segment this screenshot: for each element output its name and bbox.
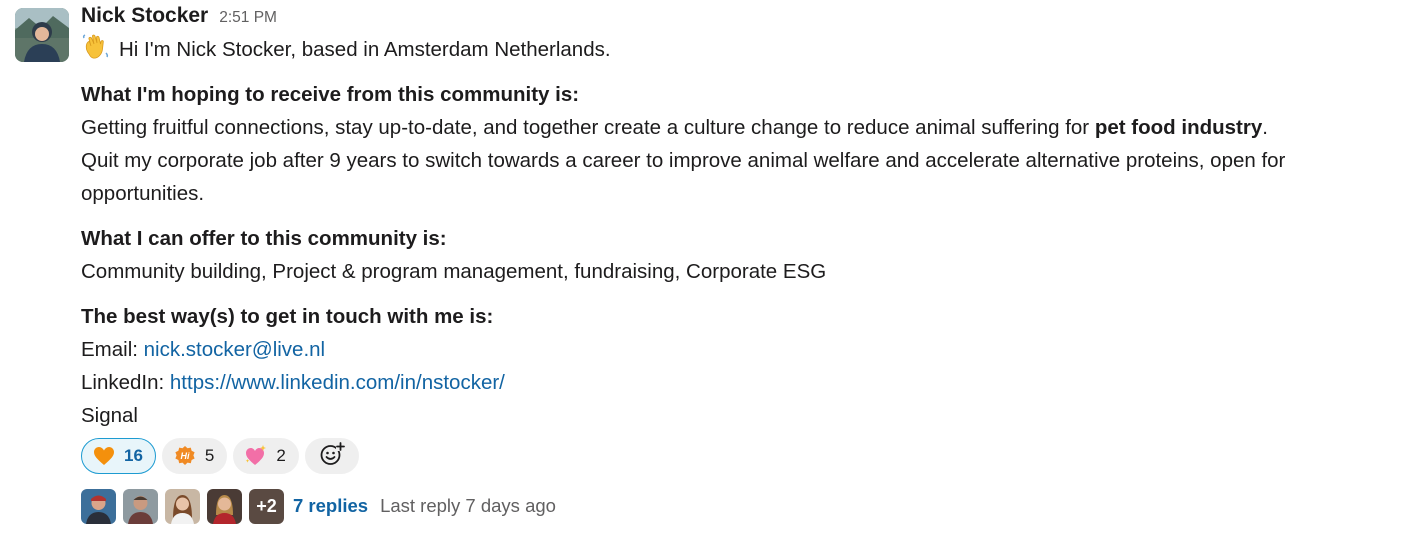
email-link[interactable]: nick.stocker@live.nl — [144, 338, 325, 361]
replies-link[interactable]: 7 replies — [293, 495, 368, 517]
message-text: Hi I'm Nick Stocker, based in Amsterdam … — [81, 32, 1401, 432]
add-reaction-button[interactable] — [304, 438, 359, 474]
reactions-bar: 16 Hi 5 2 — [81, 438, 1401, 474]
reply-avatar-1 — [81, 488, 116, 524]
greeting-text: Hi I'm Nick Stocker, based in Amsterdam … — [119, 38, 611, 61]
sparkling-heart-icon — [244, 444, 268, 468]
chat-message: Nick Stocker 2:51 PM Hi I'm Nick Stocker… — [0, 0, 1410, 536]
receive-text-part-1: Getting fruitful connections, stay up-to… — [81, 116, 1095, 139]
thread-summary[interactable]: +2 7 replies Last reply 7 days ago — [81, 488, 1401, 524]
reaction-hi-bubble[interactable]: Hi 5 — [161, 438, 228, 474]
receive-text-part-2: . — [1262, 116, 1268, 139]
receive-paragraph: Getting fruitful connections, stay up-to… — [81, 111, 1401, 144]
last-reply-time: Last reply 7 days ago — [380, 495, 556, 516]
reply-avatar-4 — [207, 488, 242, 524]
reply-avatar-2 — [123, 488, 158, 524]
receive-heading: What I'm hoping to receive from this com… — [81, 83, 580, 106]
reaction-sparkling-heart[interactable]: 2 — [233, 438, 299, 474]
receive-text-bold: pet food industry — [1094, 116, 1263, 139]
reaction-count: 16 — [124, 446, 143, 465]
more-repliers-count: +2 — [249, 488, 284, 524]
sender-avatar[interactable] — [15, 8, 69, 62]
sender-name[interactable]: Nick Stocker — [81, 4, 208, 28]
svg-text:Hi: Hi — [180, 451, 189, 461]
linkedin-label: LinkedIn: — [81, 371, 170, 394]
offer-text: Community building, Project & program ma… — [81, 260, 827, 283]
greeting-line: Hi I'm Nick Stocker, based in Amsterdam … — [81, 32, 1401, 66]
linkedin-link[interactable]: https://www.linkedin.com/in/nstocker/ — [170, 371, 505, 394]
avatar-image — [15, 8, 69, 62]
reaction-count: 2 — [276, 446, 286, 465]
hi-bubble-icon: Hi — [173, 444, 197, 468]
message-header: Nick Stocker 2:51 PM — [81, 4, 1401, 32]
contact-heading: The best way(s) to get in touch with me … — [81, 305, 494, 328]
add-reaction-icon — [319, 441, 345, 472]
reaction-count: 5 — [204, 446, 215, 465]
email-label: Email: — [81, 338, 144, 361]
waving-hand-icon — [81, 32, 111, 62]
orange-heart-icon — [92, 444, 116, 468]
signal-line: Signal — [81, 404, 138, 427]
email-line: Email: nick.stocker@live.nl — [81, 333, 1401, 366]
reaction-orange-heart[interactable]: 16 — [81, 438, 156, 474]
message-body: Nick Stocker 2:51 PM Hi I'm Nick Stocker… — [81, 4, 1401, 524]
reply-avatar-3 — [165, 488, 200, 524]
receive-paragraph-2: Quit my corporate job after 9 years to s… — [81, 149, 1286, 205]
linkedin-line: LinkedIn: https://www.linkedin.com/in/ns… — [81, 366, 1401, 399]
offer-heading: What I can offer to this community is: — [81, 227, 447, 250]
message-timestamp[interactable]: 2:51 PM — [219, 9, 277, 27]
